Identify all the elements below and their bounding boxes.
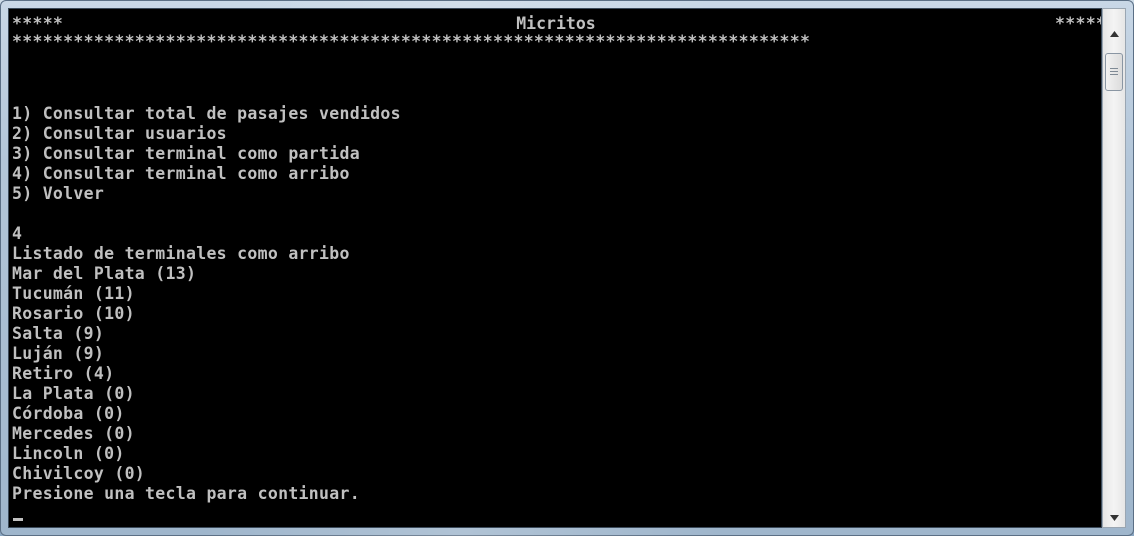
terminal-item: Córdoba (0) xyxy=(12,404,125,423)
header-stars-right: ***** xyxy=(1055,14,1102,33)
scroll-up-button[interactable] xyxy=(1104,25,1124,43)
terminal-item: Mercedes (0) xyxy=(12,424,135,443)
arrow-down-icon xyxy=(1109,515,1119,521)
terminal-item: La Plata (0) xyxy=(12,384,135,403)
terminal-item: Mar del Plata (13) xyxy=(12,264,197,283)
menu-item-2: 2) Consultar usuarios xyxy=(12,124,227,143)
text-cursor xyxy=(13,518,23,521)
grip-icon xyxy=(1110,68,1118,76)
menu-item-1: 1) Consultar total de pasajes vendidos xyxy=(12,104,401,123)
list-title: Listado de terminales como arribo xyxy=(12,244,350,263)
terminal-item: Lincoln (0) xyxy=(12,444,125,463)
terminal-item: Chivilcoy (0) xyxy=(12,464,146,483)
arrow-up-icon xyxy=(1109,31,1119,37)
vertical-scrollbar[interactable] xyxy=(1102,8,1126,528)
menu-item-5: 5) Volver xyxy=(12,184,105,203)
menu-item-4: 4) Consultar terminal como arribo xyxy=(12,164,350,183)
terminal-item: Rosario (10) xyxy=(12,304,135,323)
menu-item-3: 3) Consultar terminal como partida xyxy=(12,144,360,163)
window-title: Micritos xyxy=(516,14,596,33)
header-rule: ****************************************… xyxy=(12,32,811,51)
terminal-item: Salta (9) xyxy=(12,324,105,343)
console-window: ***** Micritos ***** *******************… xyxy=(0,0,1134,536)
console-output[interactable]: ***** Micritos ***** *******************… xyxy=(8,8,1102,528)
terminal-item: Tucumán (11) xyxy=(12,284,135,303)
user-input: 4 xyxy=(12,224,23,243)
continue-prompt: Presione una tecla para continuar. xyxy=(12,484,360,503)
scroll-down-button[interactable] xyxy=(1104,509,1124,527)
scroll-thumb[interactable] xyxy=(1105,53,1123,91)
terminal-item: Retiro (4) xyxy=(12,364,115,383)
terminal-item: Luján (9) xyxy=(12,344,105,363)
